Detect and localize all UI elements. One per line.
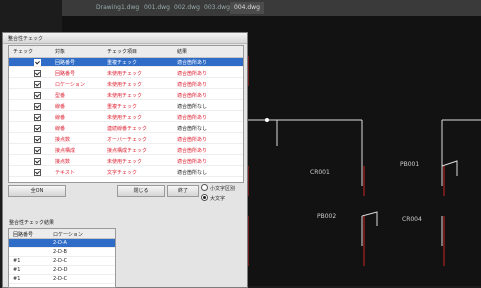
- row-name: 回路番号: [55, 60, 76, 66]
- list-item[interactable]: 2-D-A: [9, 239, 115, 248]
- consistency-check-dialog: 整合性チェック × チェック 対象 チェック項目 結果 回路番号 重複チェック 適合…: [2, 32, 248, 288]
- row-name: 線番: [55, 115, 66, 121]
- result-b: 2-D-C: [53, 258, 68, 264]
- row-item: 接点構成チェック: [107, 148, 148, 154]
- table-row[interactable]: テキスト 文字チェック 適合箇所なし: [9, 168, 243, 177]
- label-cr004: CR004: [402, 216, 422, 223]
- row-name: 接点数: [55, 137, 71, 143]
- row-item: 未使用チェック: [107, 115, 143, 121]
- result-b: 2-D-D: [53, 267, 68, 273]
- radio-lowercase[interactable]: 小文字区別: [201, 184, 235, 192]
- close-icon[interactable]: ×: [8, 35, 243, 41]
- row-result: 適合箇所なし: [177, 104, 208, 110]
- tab-drawing1[interactable]: Drawing1.dwg: [92, 2, 143, 14]
- row-name: 型番: [55, 93, 66, 99]
- close-button[interactable]: 閉じる: [117, 185, 165, 197]
- table-row[interactable]: 接点数 オーバーチェック 適合箇所あり: [9, 135, 243, 144]
- list-item[interactable]: #1 2-D-D: [9, 266, 115, 275]
- row-checkbox[interactable]: [34, 92, 41, 99]
- table-row[interactable]: 線番 重複チェック 適合箇所なし: [9, 102, 243, 111]
- header-check[interactable]: チェック: [13, 48, 33, 55]
- table-row[interactable]: 回路番号 未使用チェック 適合箇所あり: [9, 69, 243, 78]
- row-checkbox[interactable]: [34, 103, 41, 110]
- row-item: 重複チェック: [107, 60, 138, 66]
- row-result: 適合箇所あり: [177, 60, 208, 66]
- check-items-grid[interactable]: チェック 対象 チェック項目 結果 回路番号 重複チェック 適合箇所あり 回路番号 未使…: [8, 45, 244, 183]
- result-b: 2-D-A: [53, 240, 67, 246]
- row-item: 未使用チェック: [107, 82, 143, 88]
- document-tab-bar: Drawing1.dwg 001.dwg 002.dwg 003.dwg 004…: [62, 0, 481, 17]
- row-checkbox[interactable]: [34, 169, 41, 176]
- results-grid[interactable]: 回路番号 ロケーション 2-D-A 2-D-B #1 2-D-C #1 2-D-D #1 2-…: [8, 228, 116, 288]
- row-result: 適合箇所あり: [177, 71, 208, 77]
- all-on-button[interactable]: 全ON: [8, 185, 66, 197]
- table-row[interactable]: 型番 未使用チェック 適合箇所あり: [9, 91, 243, 100]
- row-name: テキスト: [55, 170, 75, 176]
- table-row[interactable]: 線番 連続線番チェック 適合箇所なし: [9, 124, 243, 133]
- table-row[interactable]: 接点数 未使用チェック 適合箇所あり: [9, 157, 243, 166]
- row-name: ロケーション: [55, 82, 85, 88]
- row-result: 適合箇所あり: [177, 115, 208, 121]
- tab-001[interactable]: 001.dwg: [140, 2, 174, 14]
- row-checkbox[interactable]: [34, 147, 41, 154]
- tab-004[interactable]: 004.dwg: [230, 2, 264, 14]
- grid-header: チェック 対象 チェック項目 結果: [9, 46, 243, 58]
- row-checkbox[interactable]: [34, 136, 41, 143]
- row-name: 接点構成: [55, 148, 76, 154]
- radio-uppercase[interactable]: 大文字: [201, 194, 225, 202]
- table-row[interactable]: ロケーション 未使用チェック 適合箇所あり: [9, 80, 243, 89]
- row-result: 適合箇所なし: [177, 126, 208, 132]
- list-item[interactable]: 2-D-B: [9, 248, 115, 257]
- row-checkbox[interactable]: [34, 59, 41, 66]
- table-row[interactable]: 線番 未使用チェック 適合箇所あり: [9, 113, 243, 122]
- row-result: 適合箇所あり: [177, 82, 208, 88]
- row-checkbox[interactable]: [34, 81, 41, 88]
- tab-002[interactable]: 002.dwg: [170, 2, 204, 14]
- row-result: 適合箇所なし: [177, 170, 208, 176]
- row-name: 接点数: [55, 159, 71, 165]
- row-item: 重複チェック: [107, 104, 138, 110]
- row-checkbox[interactable]: [34, 158, 41, 165]
- table-row[interactable]: 接点構成 接点構成チェック 適合箇所あり: [9, 146, 243, 155]
- exec-button[interactable]: 終了: [167, 185, 199, 197]
- label-pb002: PB002: [317, 213, 336, 220]
- list-item[interactable]: #1 2-D-C: [9, 275, 115, 284]
- row-name: 線番: [55, 126, 66, 132]
- result-b: 2-D-C: [53, 276, 68, 282]
- row-result: 適合箇所あり: [177, 137, 208, 143]
- row-checkbox[interactable]: [34, 125, 41, 132]
- list-item[interactable]: #1 2-D-C: [9, 257, 115, 266]
- header-item[interactable]: チェック項目: [107, 48, 137, 55]
- table-row[interactable]: 回路番号 重複チェック 適合箇所あり: [9, 58, 243, 67]
- row-item: 文字チェック: [107, 170, 138, 176]
- row-name: 回路番号: [55, 71, 76, 77]
- result-a: #1: [13, 276, 21, 282]
- results-grid-header: 回路番号 ロケーション: [9, 229, 115, 239]
- row-checkbox[interactable]: [34, 70, 41, 77]
- label-cr001: CR001: [310, 169, 330, 176]
- row-name: 線番: [55, 104, 66, 110]
- header-name[interactable]: 対象: [55, 48, 65, 55]
- label-pb001: PB001: [400, 161, 419, 168]
- row-item: 未使用チェック: [107, 93, 143, 99]
- tab-003[interactable]: 003.dwg: [200, 2, 234, 14]
- results-header-a[interactable]: 回路番号: [13, 231, 33, 238]
- row-item: オーバーチェック: [107, 137, 147, 143]
- row-item: 未使用チェック: [107, 71, 143, 77]
- row-item: 連続線番チェック: [107, 126, 148, 132]
- row-result: 適合箇所あり: [177, 93, 208, 99]
- result-b: 2-D-B: [53, 249, 67, 255]
- header-result[interactable]: 結果: [177, 48, 187, 55]
- row-result: 適合箇所あり: [177, 159, 208, 165]
- results-section-label: 整合性チェック結果: [9, 220, 55, 226]
- results-header-b[interactable]: ロケーション: [53, 231, 83, 238]
- row-item: 未使用チェック: [107, 159, 143, 165]
- dialog-titlebar[interactable]: 整合性チェック ×: [3, 33, 247, 44]
- row-result: 適合箇所あり: [177, 148, 208, 154]
- result-a: #1: [13, 258, 21, 264]
- result-a: #1: [13, 267, 21, 273]
- row-checkbox[interactable]: [34, 114, 41, 121]
